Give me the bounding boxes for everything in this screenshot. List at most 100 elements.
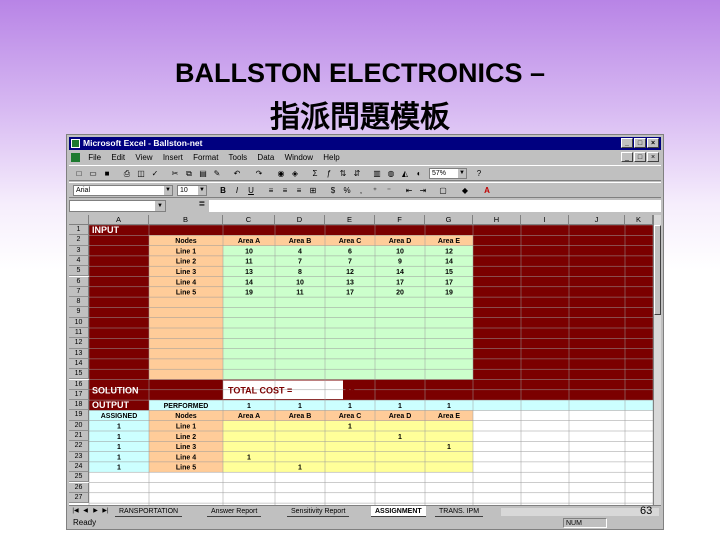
next-sheet-icon[interactable]: ▶ [91,507,100,516]
doc-close-button[interactable]: × [647,152,659,162]
minimize-button[interactable]: _ [621,138,633,148]
italic-icon[interactable]: I [231,185,243,196]
cut-icon[interactable]: ✂ [169,168,181,179]
format-painter-icon[interactable]: ✎ [211,168,223,179]
align-right-icon[interactable]: ≡ [293,185,305,196]
maximize-button[interactable]: □ [634,138,646,148]
hyperlink-icon[interactable]: ◉ [275,168,287,179]
align-center-icon[interactable]: ≡ [279,185,291,196]
select-all-corner[interactable] [69,215,89,225]
menu-view[interactable]: View [135,153,152,162]
save-icon[interactable]: ■ [101,168,113,179]
worksheet-grid[interactable]: INPUT Nodes Area A Area B Area C Area D Area E… [69,215,653,505]
print-preview-icon[interactable]: ◫ [135,168,147,179]
menu-format[interactable]: Format [193,153,218,162]
row-header[interactable]: 27 [69,492,89,504]
percent-icon[interactable]: % [341,185,353,196]
chevron-down-icon[interactable]: ▼ [198,186,206,195]
doc-restore-button[interactable]: □ [634,152,646,162]
row-header[interactable]: 20 [69,420,89,431]
row-header[interactable]: 10 [69,317,89,328]
column-header-e[interactable]: E [325,215,375,225]
row-header[interactable]: 5 [69,266,89,277]
row-header[interactable]: 13 [69,348,89,359]
scroll-thumb[interactable] [654,225,661,315]
row-header[interactable]: 12 [69,338,89,349]
first-sheet-icon[interactable]: |◀ [71,507,80,516]
menu-edit[interactable]: Edit [111,153,125,162]
paste-icon[interactable]: ▤ [197,168,209,179]
column-header-c[interactable]: C [223,215,275,225]
tab-answer-report[interactable]: Answer Report [207,506,262,517]
decrease-indent-icon[interactable]: ⇤ [403,185,415,196]
formula-input[interactable] [209,200,661,212]
undo-icon[interactable]: ↶ [231,168,243,179]
drawing-icon[interactable]: ◭ [399,168,411,179]
sort-ascending-icon[interactable]: ⇅ [337,168,349,179]
row-header[interactable]: 14 [69,358,89,370]
align-left-icon[interactable]: ≡ [265,185,277,196]
column-header-j[interactable]: J [569,215,625,225]
chart-wizard-icon[interactable]: ▥ [371,168,383,179]
row-header[interactable]: 18 [69,400,89,411]
column-header-h[interactable]: H [473,215,521,225]
sort-descending-icon[interactable]: ⇵ [351,168,363,179]
office-assistant-icon[interactable]: ◐ [413,168,425,179]
underline-icon[interactable]: U [245,185,257,196]
menu-window[interactable]: Window [285,153,313,162]
open-icon[interactable]: ▭ [87,168,99,179]
menu-file[interactable]: File [88,153,101,162]
copy-icon[interactable]: ⧉ [183,168,195,179]
excel-app-icon[interactable] [71,139,80,148]
row-header[interactable]: 2 [69,235,89,246]
last-sheet-icon[interactable]: ▶| [101,507,110,516]
menu-tools[interactable]: Tools [229,153,248,162]
print-icon[interactable]: ⎙ [121,168,133,179]
row-header[interactable]: 6 [69,276,89,287]
column-header-d[interactable]: D [275,215,325,225]
fill-color-icon[interactable]: ◆ [459,185,471,196]
column-header-b[interactable]: B [149,215,223,225]
map-icon[interactable]: ◍ [385,168,397,179]
new-icon[interactable]: □ [73,168,85,179]
help-icon[interactable]: ? [473,168,485,179]
row-header[interactable]: 24 [69,461,89,473]
row-header[interactable]: 7 [69,286,89,298]
name-box[interactable]: ▼ [69,200,166,212]
tab-trans-ipm[interactable]: TRANS. IPM [435,506,484,517]
font-size-select[interactable]: 10 ▼ [177,185,207,196]
zoom-select[interactable]: 57% ▼ [429,168,467,179]
column-header-f[interactable]: F [375,215,425,225]
row-header[interactable]: 21 [69,431,89,442]
column-header-g[interactable]: G [425,215,473,225]
merge-center-icon[interactable]: ⊞ [307,185,319,196]
web-toolbar-icon[interactable]: ◈ [289,168,301,179]
row-header[interactable]: 26 [69,482,89,493]
column-header-k[interactable]: K [625,215,653,225]
row-header[interactable]: 1 [69,225,89,236]
close-button[interactable]: × [647,138,659,148]
font-color-icon[interactable]: A [481,185,493,196]
redo-icon[interactable]: ↷ [253,168,265,179]
column-header-i[interactable]: I [521,215,569,225]
tab-sensitivity-report[interactable]: Sensitivity Report [287,506,350,517]
column-header-a[interactable]: A [89,215,149,225]
font-select[interactable]: Arial ▼ [73,185,173,196]
row-header[interactable]: 22 [69,441,89,452]
function-icon[interactable]: ƒ [323,168,335,179]
row-header[interactable]: 23 [69,451,89,462]
chevron-down-icon[interactable]: ▼ [164,186,172,195]
doc-minimize-button[interactable]: _ [621,152,633,162]
row-header[interactable]: 8 [69,297,89,308]
workbook-icon[interactable] [71,153,80,163]
increase-indent-icon[interactable]: ⇥ [417,185,429,196]
row-header[interactable]: 25 [69,472,89,483]
autosum-icon[interactable]: Σ [309,168,321,179]
comma-style-icon[interactable]: , [355,185,367,196]
menu-help[interactable]: Help [323,153,339,162]
equals-icon[interactable]: = [199,199,205,210]
tab-transportation[interactable]: RANSPORTATION [115,506,183,517]
currency-icon[interactable]: $ [327,185,339,196]
row-header[interactable]: 17 [69,389,89,401]
menu-data[interactable]: Data [257,153,274,162]
